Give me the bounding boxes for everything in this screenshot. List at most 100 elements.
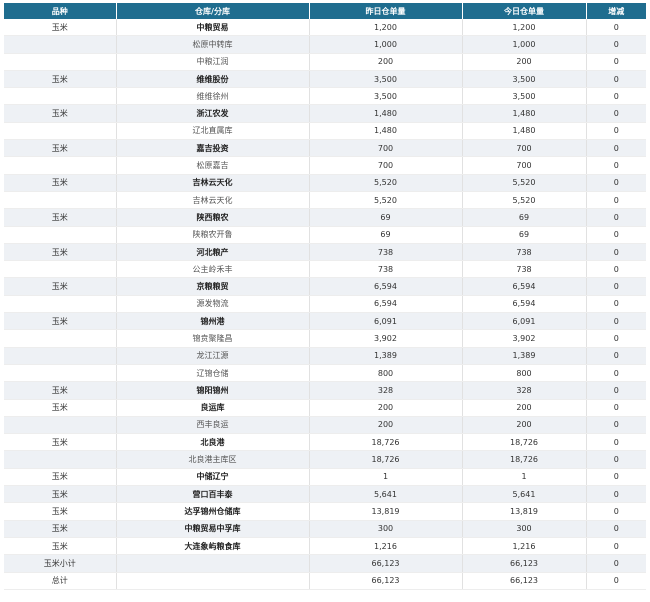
variety-cell: 玉米: [4, 537, 117, 556]
today-cell: 69: [462, 226, 587, 244]
variety-cell: [4, 35, 117, 54]
today-cell: 18,726: [462, 450, 587, 469]
change-cell: 0: [586, 399, 646, 417]
warehouse-cell: 维维股份: [116, 70, 310, 89]
warehouse-cell: 北良港主库区: [116, 450, 310, 469]
change-cell: 0: [586, 295, 646, 314]
table-row: 松原嘉吉 700 700 0: [4, 156, 646, 175]
today-cell: 66,123: [462, 572, 587, 590]
table-row: 玉米 良运库 200 200 0: [4, 399, 646, 417]
change-cell: 0: [586, 122, 646, 141]
table-row: 玉米 中储辽宁 1 1 0: [4, 468, 646, 487]
variety-cell: 玉米: [4, 277, 117, 296]
today-cell: 6,091: [462, 312, 587, 331]
change-cell: 0: [586, 19, 646, 37]
today-cell: 1: [462, 468, 587, 487]
warehouse-cell: [116, 572, 310, 590]
yesterday-cell: 5,641: [309, 485, 463, 504]
today-cell: 700: [462, 156, 587, 175]
table-row: 玉米 锦阳锦州 328 328 0: [4, 381, 646, 400]
variety-cell: 玉米: [4, 139, 117, 158]
today-cell: 1,216: [462, 537, 587, 556]
today-cell: 18,726: [462, 433, 587, 452]
change-cell: 0: [586, 520, 646, 538]
table-row: 玉米 京粮粮贸 6,594 6,594 0: [4, 277, 646, 296]
warehouse-cell: 大连象屿粮食库: [116, 537, 310, 556]
warehouse-cell: 西丰良运: [116, 416, 310, 435]
table-row: 玉米 中粮贸易 1,200 1,200 0: [4, 19, 646, 37]
variety-cell: 玉米: [4, 312, 117, 331]
variety-cell: [4, 226, 117, 244]
yesterday-cell: 328: [309, 381, 463, 400]
header-today-receipts: 今日仓单量: [462, 3, 587, 19]
today-cell: 5,520: [462, 191, 587, 210]
table-row: 陕粮农开鲁 69 69 0: [4, 226, 646, 244]
yesterday-cell: 13,819: [309, 502, 463, 521]
warehouse-cell: 松原嘉吉: [116, 156, 310, 175]
today-cell: 1,480: [462, 122, 587, 141]
warehouse-cell: 营口百丰泰: [116, 485, 310, 504]
change-cell: 0: [586, 139, 646, 158]
change-cell: 0: [586, 53, 646, 71]
warehouse-receipt-table: 品种 仓库/分库 昨日仓单量 今日仓单量 增减 玉米 中粮贸易 1,200 1,200…: [4, 3, 646, 590]
warehouse-cell: 中粮贸易: [116, 19, 310, 37]
variety-cell: [4, 53, 117, 71]
today-cell: 3,500: [462, 70, 587, 89]
table-row: 玉米小计 66,123 66,123 0: [4, 554, 646, 573]
warehouse-cell: 源发物流: [116, 295, 310, 314]
today-cell: 1,389: [462, 347, 587, 365]
today-cell: 6,594: [462, 277, 587, 296]
table-row: 玉米 中粮贸易中孚库 300 300 0: [4, 520, 646, 538]
table-header: 品种 仓库/分库 昨日仓单量 今日仓单量 增减: [4, 3, 646, 19]
change-cell: 0: [586, 364, 646, 383]
change-cell: 0: [586, 416, 646, 435]
table-row: 玉米 嘉吉投资 700 700 0: [4, 139, 646, 158]
yesterday-cell: 69: [309, 208, 463, 227]
warehouse-cell: 中粮贸易中孚库: [116, 520, 310, 538]
variety-cell: [4, 191, 117, 210]
yesterday-cell: 1,216: [309, 537, 463, 556]
change-cell: 0: [586, 277, 646, 296]
warehouse-receipt-report: 品种 仓库/分库 昨日仓单量 今日仓单量 增减 玉米 中粮贸易 1,200 1,200…: [0, 0, 650, 602]
today-cell: 6,594: [462, 295, 587, 314]
variety-cell: [4, 347, 117, 365]
yesterday-cell: 700: [309, 156, 463, 175]
variety-cell: 玉米: [4, 208, 117, 227]
yesterday-cell: 6,594: [309, 295, 463, 314]
warehouse-cell: 维维徐州: [116, 87, 310, 106]
change-cell: 0: [586, 502, 646, 521]
variety-cell: 玉米: [4, 399, 117, 417]
warehouse-cell: 吉林云天化: [116, 174, 310, 192]
yesterday-cell: 1,000: [309, 35, 463, 54]
warehouse-cell: 辽锦仓储: [116, 364, 310, 383]
warehouse-cell: 陕粮农开鲁: [116, 226, 310, 244]
yesterday-cell: 1,200: [309, 19, 463, 37]
warehouse-cell: 陕西粮农: [116, 208, 310, 227]
today-cell: 5,520: [462, 174, 587, 192]
table-body: 玉米 中粮贸易 1,200 1,200 0 松原中转库 1,000 1,000 0 中粮江润 200…: [4, 19, 646, 590]
yesterday-cell: 18,726: [309, 450, 463, 469]
yesterday-cell: 700: [309, 139, 463, 158]
change-cell: 0: [586, 156, 646, 175]
table-row: 玉米 大连象屿粮食库 1,216 1,216 0: [4, 537, 646, 556]
warehouse-cell: 锦阳锦州: [116, 381, 310, 400]
warehouse-cell: 锦州港: [116, 312, 310, 331]
variety-cell: 玉米小计: [4, 554, 117, 573]
change-cell: 0: [586, 312, 646, 331]
table-row: 龙江江源 1,389 1,389 0: [4, 347, 646, 365]
variety-cell: 玉米: [4, 243, 117, 262]
change-cell: 0: [586, 485, 646, 504]
yesterday-cell: 66,123: [309, 554, 463, 573]
warehouse-cell: [116, 554, 310, 573]
warehouse-cell: 中粮江润: [116, 53, 310, 71]
variety-cell: [4, 260, 117, 279]
table-row: 玉米 营口百丰泰 5,641 5,641 0: [4, 485, 646, 504]
table-row: 玉米 吉林云天化 5,520 5,520 0: [4, 174, 646, 192]
today-cell: 700: [462, 139, 587, 158]
table-row: 北良港主库区 18,726 18,726 0: [4, 450, 646, 469]
header-variety: 品种: [4, 3, 117, 19]
warehouse-cell: 良运库: [116, 399, 310, 417]
warehouse-cell: 浙江农发: [116, 104, 310, 123]
today-cell: 3,902: [462, 329, 587, 348]
variety-cell: 玉米: [4, 433, 117, 452]
